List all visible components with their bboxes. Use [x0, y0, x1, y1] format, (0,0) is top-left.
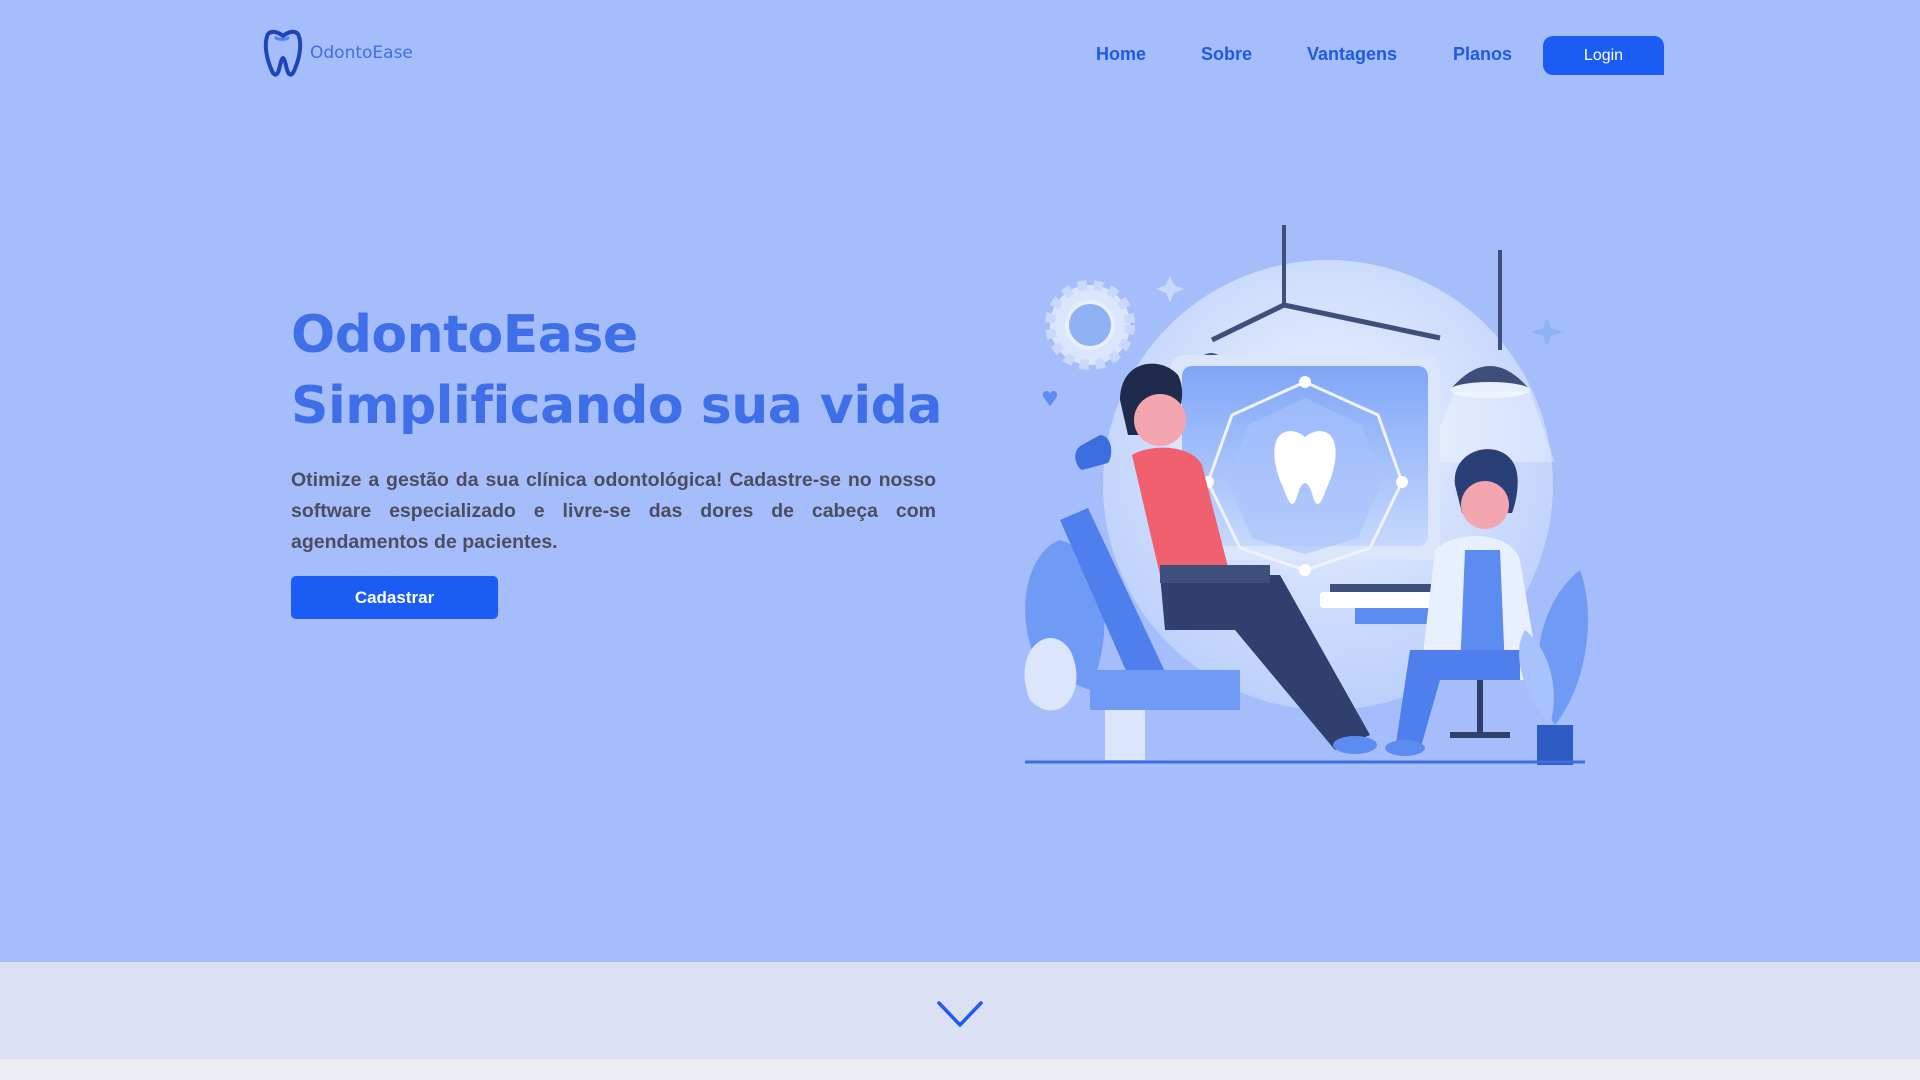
hero-description: Otimize a gestão da sua clínica odontoló… — [291, 469, 936, 553]
nav-planos[interactable]: Planos — [1453, 44, 1512, 65]
hero-title-line1: OdontoEase — [291, 305, 638, 365]
hero-title-line2: Simplificando sua vida — [291, 376, 942, 436]
nav-sobre[interactable]: Sobre — [1201, 44, 1252, 65]
chevron-down-icon[interactable] — [936, 999, 984, 1029]
tooth-logo-icon — [263, 29, 303, 77]
cadastrar-button[interactable]: Cadastrar — [291, 576, 498, 619]
nav-home[interactable]: Home — [1096, 44, 1146, 65]
hero-section: OdontoEase Home Sobre Vantagens Planos L… — [0, 0, 1920, 962]
scroll-band — [0, 962, 1920, 1059]
login-button[interactable]: Login — [1543, 36, 1664, 75]
gear-icon — [1045, 280, 1135, 370]
brand-logo[interactable]: OdontoEase — [262, 28, 413, 78]
dental-clinic-illustration — [1024, 225, 1588, 765]
brand-name: OdontoEase — [310, 43, 413, 63]
nav-vantagens[interactable]: Vantagens — [1307, 44, 1397, 65]
hero-title: OdontoEase Simplificando sua vida — [291, 300, 942, 442]
